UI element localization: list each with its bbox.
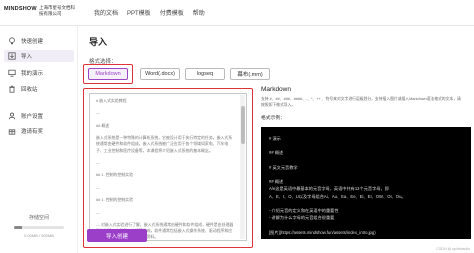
format-logseq-button[interactable]: logseq — [185, 68, 225, 80]
logo[interactable]: MINDSHOW 上海市星号文档科技有限公司 — [4, 5, 75, 21]
sidebar-item-account-settings[interactable]: 账户设置 — [8, 110, 74, 122]
nav-help[interactable]: 帮助 — [193, 8, 205, 17]
format-help-panel: Markdown 支持 #、##、###、####、-、*、++ 、符号来对文字… — [261, 86, 473, 121]
logo-mark: MINDSHOW — [4, 6, 37, 12]
import-text-editor[interactable]: # 嵌入式实验教程 --- ## 概述 嵌入式系统是一种特殊的计算机系统，它被设… — [89, 93, 247, 241]
format-word-button[interactable]: Word(.docx) — [140, 68, 180, 80]
storage-label: 存储空间 — [28, 215, 49, 221]
editor-scrollbar-thumb[interactable] — [241, 106, 245, 144]
sidebar-item-invite-rewards[interactable]: 邀请有奖 — [8, 125, 74, 137]
import-icon — [8, 52, 16, 60]
sidebar-item-label: 我的演示 — [21, 71, 44, 77]
sidebar-item-recycle-bin[interactable]: 回收站 — [8, 83, 74, 95]
sidebar-item-label: 回收站 — [21, 87, 38, 93]
user-icon — [8, 112, 16, 120]
top-bar: MINDSHOW 上海市星号文档科技有限公司 我的文档 PPT模板 付费模板 帮… — [0, 0, 474, 26]
format-example-preview: # 演示 ## 概述 # 英文元音教学 ## 概述 A/e这是英语中最基本的元音… — [261, 127, 471, 239]
sidebar-item-label: 快速创建 — [21, 39, 44, 45]
main-content: 导入 格式选择： Markdown Word(.docx) logseq 幕布(… — [79, 26, 474, 253]
sidebar-item-label: 账户设置 — [21, 114, 44, 120]
logo-company-name: 上海市星号文档科技有限公司 — [39, 5, 75, 16]
storage-value: 0.00MB / 500MB — [24, 233, 54, 238]
trash-icon — [9, 85, 15, 93]
nav-paid-templates[interactable]: 付费模板 — [160, 8, 184, 17]
monitor-icon — [8, 69, 16, 77]
storage-progress-bar — [14, 226, 64, 229]
sidebar-item-label: 邀请有奖 — [21, 129, 44, 135]
page-title: 导入 — [89, 37, 108, 47]
sidebar-item-import[interactable]: 导入 — [4, 50, 74, 62]
nav-my-docs[interactable]: 我的文档 — [94, 8, 118, 17]
format-markdown-button[interactable]: Markdown — [88, 68, 128, 80]
storage-progress-fill — [14, 226, 22, 229]
format-example-text: # 演示 ## 概述 # 英文元音教学 ## 概述 A/e这是英语中最基本的元音… — [269, 136, 406, 235]
lightbulb-icon — [9, 37, 15, 45]
editor-text: # 嵌入式实验教程 --- ## 概述 嵌入式系统是一种特殊的计算机系统，它被设… — [96, 98, 234, 240]
gift-icon — [8, 129, 16, 135]
sidebar: 快速创建 导入 我的演示 回收站 账户设置 邀请有奖 存储空间 0.00MB /… — [0, 26, 78, 253]
sidebar-item-label: 导入 — [21, 54, 33, 60]
format-help-description: 支持 #、##、###、####、-、*、++ 、符号来对文字进行层级划分，支持… — [261, 97, 461, 107]
format-help-title: Markdown — [261, 86, 291, 93]
sidebar-item-quick-create[interactable]: 快速创建 — [8, 35, 74, 47]
top-nav: 我的文档 PPT模板 付费模板 帮助 — [94, 8, 205, 17]
watermark: CSDN @ spiritxiaolin — [436, 247, 470, 251]
format-mubu-button[interactable]: 幕布(.mm) — [230, 68, 270, 80]
import-create-button[interactable]: 导入创建 — [87, 229, 147, 242]
nav-ppt-templates[interactable]: PPT模板 — [127, 8, 151, 17]
format-example-label: 格式示例： — [261, 116, 285, 121]
sidebar-item-my-presentations[interactable]: 我的演示 — [8, 67, 74, 79]
